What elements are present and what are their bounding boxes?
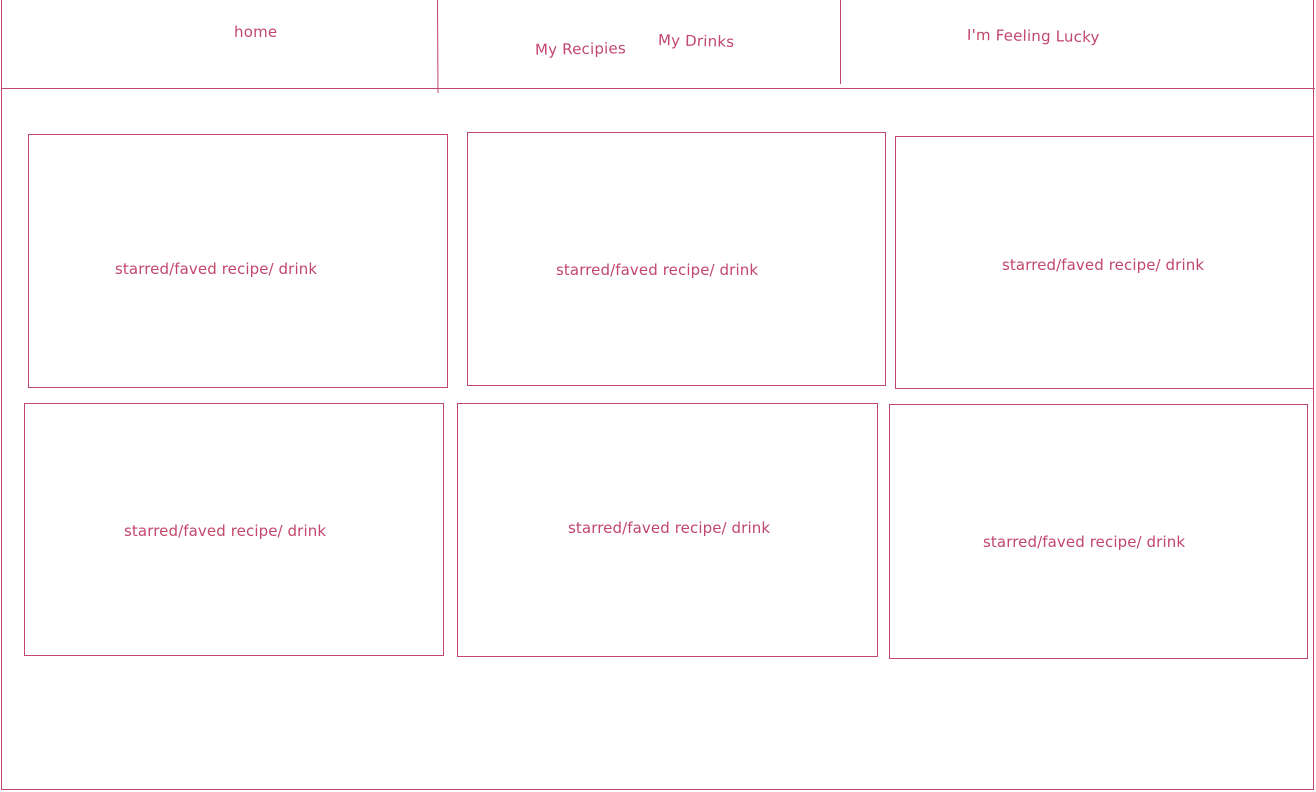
nav-bar: home My Recipies My Drinks I'm Feeling L…: [1, 0, 1315, 93]
favorite-card-label: starred/faved recipe/ drink: [556, 261, 759, 279]
nav-divider: [840, 0, 841, 84]
favorite-card-label: starred/faved recipe/ drink: [124, 522, 327, 540]
favorite-card[interactable]: starred/faved recipe/ drink: [895, 136, 1314, 389]
nav-my-recipes-link[interactable]: My Recipies: [535, 39, 626, 59]
favorite-card[interactable]: starred/faved recipe/ drink: [457, 403, 878, 657]
nav-my-drinks-link[interactable]: My Drinks: [658, 31, 735, 51]
favorite-card-label: starred/faved recipe/ drink: [568, 519, 771, 537]
nav-feeling-lucky-link[interactable]: I'm Feeling Lucky: [967, 26, 1100, 46]
nav-home-link[interactable]: home: [234, 23, 277, 41]
favorite-card-label: starred/faved recipe/ drink: [115, 260, 318, 278]
favorite-card[interactable]: starred/faved recipe/ drink: [889, 404, 1308, 659]
nav-divider: [437, 0, 439, 93]
favorite-card-label: starred/faved recipe/ drink: [1002, 256, 1205, 274]
favorite-card-label: starred/faved recipe/ drink: [983, 533, 1186, 551]
page-frame: [1, 0, 1314, 790]
favorite-card[interactable]: starred/faved recipe/ drink: [28, 134, 448, 388]
favorite-card[interactable]: starred/faved recipe/ drink: [24, 403, 444, 656]
favorite-card[interactable]: starred/faved recipe/ drink: [467, 132, 886, 386]
